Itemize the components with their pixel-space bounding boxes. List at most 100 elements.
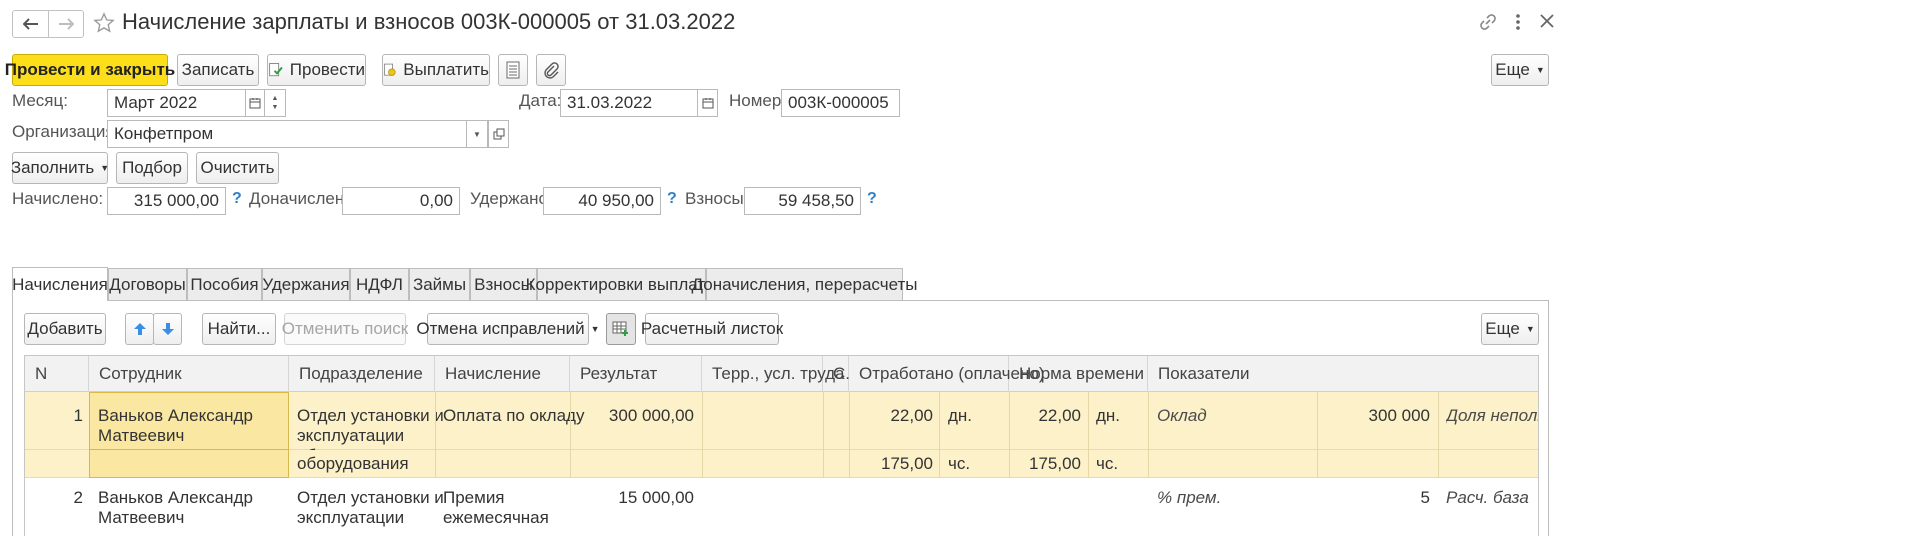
accrual-line: Премия bbox=[443, 488, 505, 507]
clear-button[interactable]: Очистить bbox=[196, 152, 279, 184]
column-time-norm[interactable]: Норма времени bbox=[1009, 356, 1148, 392]
more-vertical-icon bbox=[1516, 14, 1520, 30]
forward-button[interactable] bbox=[49, 11, 83, 37]
column-employee[interactable]: Сотрудник bbox=[89, 356, 289, 392]
chevron-down-icon: ▼ bbox=[590, 324, 600, 334]
star-icon bbox=[93, 12, 115, 33]
withheld-help-icon[interactable]: ? bbox=[667, 186, 677, 212]
worked-hours: 175,00 bbox=[881, 454, 933, 473]
tab-accruals[interactable]: Начисления bbox=[12, 267, 108, 301]
norm-days-unit: дн. bbox=[1096, 406, 1121, 425]
worked-hours-unit: чс. bbox=[948, 454, 971, 473]
close-button[interactable] bbox=[1539, 13, 1555, 34]
column-separator bbox=[1438, 392, 1439, 478]
tab-benefits[interactable]: Пособия bbox=[187, 268, 262, 300]
arrow-right-icon bbox=[59, 18, 75, 30]
indicator-name: % прем. bbox=[1157, 488, 1222, 507]
more-menu-button[interactable] bbox=[1512, 12, 1524, 37]
department-name: Отдел установки и эксплуатации bbox=[297, 488, 444, 528]
date-calendar-button[interactable] bbox=[697, 89, 718, 117]
tab-deductions[interactable]: Удержания bbox=[262, 268, 350, 300]
spin-down-icon[interactable]: ▼ bbox=[272, 103, 279, 112]
arrow-left-icon bbox=[22, 18, 38, 30]
spin-up-icon[interactable]: ▲ bbox=[272, 94, 279, 103]
move-down-button[interactable] bbox=[153, 313, 182, 345]
organization-open-button[interactable] bbox=[488, 120, 509, 148]
pay-button-label: Выплатить bbox=[403, 60, 489, 79]
arrow-down-icon bbox=[161, 323, 174, 335]
save-button[interactable]: Записать bbox=[177, 54, 259, 86]
organization-dropdown-button[interactable]: ▼ bbox=[466, 120, 488, 148]
employee-name: Ваньков Александр Матвеевич bbox=[98, 488, 253, 528]
additional-field: 0,00 bbox=[342, 187, 460, 215]
indicator2-name: Расч. база bbox=[1446, 488, 1529, 507]
payment-document-icon bbox=[384, 63, 396, 76]
calendar-icon bbox=[702, 98, 713, 109]
column-worked[interactable]: Отработано (оплачено) bbox=[849, 356, 1045, 392]
indicator-value: 300 000 bbox=[1368, 406, 1430, 425]
pay-button[interactable]: Выплатить bbox=[382, 54, 490, 86]
tab-contracts[interactable]: Договоры bbox=[108, 268, 187, 300]
employee-name-line: Матвеевич bbox=[98, 426, 185, 445]
fill-button-label: Заполнить bbox=[10, 158, 95, 177]
column-department[interactable]: Подразделение bbox=[289, 356, 435, 392]
number-label: Номер: bbox=[729, 91, 787, 110]
employee-name: Ваньков Александр Матвеевич bbox=[98, 406, 253, 446]
post-document-icon bbox=[269, 63, 283, 77]
select-button[interactable]: Подбор bbox=[116, 152, 188, 184]
link-button[interactable] bbox=[1478, 12, 1498, 37]
department-line: эксплуатации bbox=[297, 508, 405, 527]
cancel-corrections-label: Отмена исправлений bbox=[416, 319, 585, 338]
worked-days: 22,00 bbox=[890, 406, 933, 425]
norm-hours-unit: чс. bbox=[1096, 454, 1119, 473]
post-and-close-button[interactable]: Провести и закрыть bbox=[5, 54, 175, 86]
print-list-button[interactable] bbox=[498, 54, 528, 86]
date-field[interactable]: 31.03.2022 bbox=[560, 89, 698, 117]
column-accrual[interactable]: Начисление bbox=[435, 356, 570, 392]
column-result[interactable]: Результат bbox=[570, 356, 702, 392]
number-field[interactable]: 003К-000005 bbox=[781, 89, 900, 117]
favorite-button[interactable] bbox=[93, 12, 115, 39]
worked-days-unit: дн. bbox=[948, 406, 973, 425]
cancel-corrections-button[interactable]: Отмена исправлений ▼ bbox=[416, 313, 600, 345]
selected-cell-continuation[interactable] bbox=[89, 450, 289, 478]
link-icon bbox=[1480, 14, 1496, 30]
organization-field[interactable]: Конфетпром bbox=[107, 120, 467, 148]
organization-label: Организация: bbox=[12, 122, 120, 141]
back-button[interactable] bbox=[13, 11, 50, 37]
column-separator bbox=[1148, 392, 1149, 478]
month-calendar-button[interactable] bbox=[245, 89, 265, 117]
accrued-help-icon[interactable]: ? bbox=[232, 186, 242, 212]
find-button[interactable]: Найти... bbox=[202, 313, 276, 345]
tab-recalculations[interactable]: Доначисления, перерасчеты bbox=[692, 268, 917, 300]
paperclip-icon bbox=[544, 62, 559, 79]
cancel-search-button[interactable]: Отменить поиск bbox=[282, 313, 408, 345]
column-separator bbox=[1009, 392, 1010, 478]
fill-button[interactable]: Заполнить ▼ bbox=[10, 152, 109, 184]
table-more-button[interactable]: Еще ▼ bbox=[1481, 313, 1539, 345]
column-separator bbox=[702, 392, 703, 478]
add-row-button[interactable]: Добавить bbox=[24, 313, 106, 345]
tab-payment-adjustments[interactable]: Корректировки выплаты bbox=[526, 268, 717, 300]
tab-ndfl[interactable]: НДФЛ bbox=[350, 268, 409, 300]
column-indicators[interactable]: Показатели bbox=[1148, 356, 1538, 392]
column-s[interactable]: С. bbox=[823, 356, 850, 392]
table-settings-button[interactable] bbox=[606, 313, 636, 345]
navigation-buttons bbox=[12, 10, 84, 38]
more-button[interactable]: Еще ▼ bbox=[1491, 54, 1549, 86]
contributions-help-icon[interactable]: ? bbox=[867, 186, 877, 212]
post-button[interactable]: Провести bbox=[267, 54, 366, 86]
table-more-label: Еще bbox=[1485, 319, 1520, 338]
column-n[interactable]: N bbox=[25, 356, 89, 392]
month-field[interactable]: Март 2022 bbox=[107, 89, 246, 117]
payslip-button[interactable]: Расчетный листок bbox=[641, 313, 783, 345]
accrued-field: 315 000,00 bbox=[107, 187, 226, 215]
tab-loans[interactable]: Займы bbox=[409, 268, 470, 300]
result-value: 15 000,00 bbox=[618, 488, 694, 507]
move-up-button[interactable] bbox=[125, 313, 154, 345]
column-conditions[interactable]: Терр., усл. труда bbox=[702, 356, 845, 392]
column-separator bbox=[435, 392, 436, 478]
month-spin-buttons[interactable]: ▲ ▼ bbox=[264, 89, 286, 117]
attach-file-button[interactable] bbox=[536, 54, 566, 86]
indicator-value: 5 bbox=[1420, 488, 1430, 507]
